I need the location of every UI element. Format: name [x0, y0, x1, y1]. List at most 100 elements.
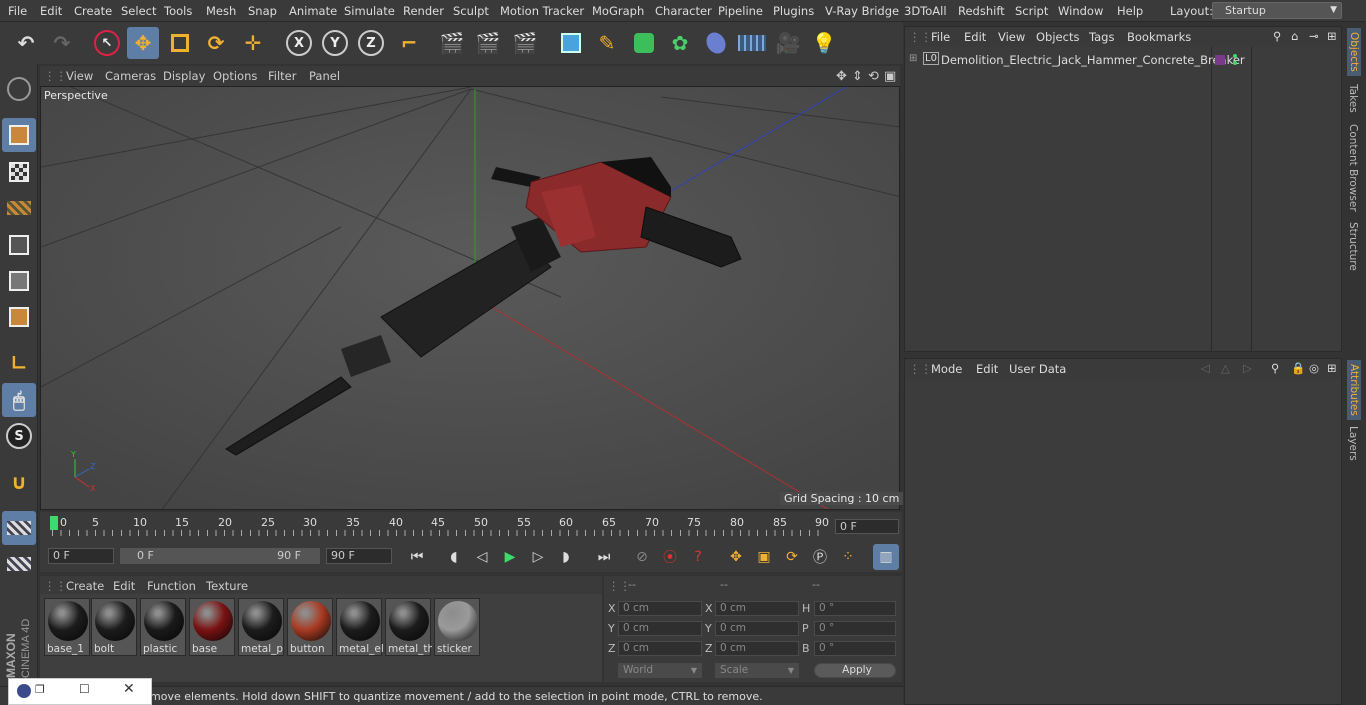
- menu-vray-bridge[interactable]: V-Ray Bridge: [825, 4, 899, 18]
- new-window-icon[interactable]: ⊞: [1327, 29, 1337, 43]
- restore-icon[interactable]: ❐: [35, 683, 45, 696]
- objects-menu-tags[interactable]: Tags: [1089, 30, 1114, 44]
- size-x-field[interactable]: 0 cm: [715, 601, 799, 616]
- menu-select[interactable]: Select: [121, 4, 156, 18]
- 3d-viewport[interactable]: Y Z X: [40, 86, 900, 510]
- apply-button[interactable]: Apply: [814, 663, 896, 678]
- menu-tools[interactable]: Tools: [164, 4, 192, 18]
- add-camera-button[interactable]: 🎥: [772, 27, 804, 59]
- back-arrow-icon[interactable]: ◁: [1201, 361, 1210, 375]
- menu-help[interactable]: Help: [1117, 4, 1143, 18]
- solo-mode-button[interactable]: S: [2, 419, 36, 453]
- menu-motion-tracker[interactable]: Motion Tracker: [500, 4, 584, 18]
- home-icon[interactable]: ⌂: [1291, 29, 1298, 43]
- add-cube-button[interactable]: [555, 27, 587, 59]
- objects-menu-bookmarks[interactable]: Bookmarks: [1127, 30, 1191, 44]
- objects-menu-edit[interactable]: Edit: [964, 30, 986, 44]
- go-to-end-button[interactable]: ⏭: [591, 544, 617, 570]
- viewport-menu-filter[interactable]: Filter: [268, 69, 296, 83]
- end-frame-field[interactable]: 90 F: [326, 548, 392, 564]
- frame-range-slider[interactable]: 0 F 90 F: [120, 548, 320, 564]
- attributes-menu-user-data[interactable]: User Data: [1009, 362, 1066, 376]
- add-spline-button[interactable]: ✎: [591, 27, 623, 59]
- keyframe-selection-button[interactable]: ?: [685, 544, 711, 570]
- close-icon[interactable]: ✕: [123, 681, 135, 697]
- pos-y-field[interactable]: 0 cm: [618, 621, 702, 636]
- key-rotation-button[interactable]: ⟳: [779, 544, 805, 570]
- rot-b-field[interactable]: 0 °: [814, 641, 896, 656]
- key-scale-button[interactable]: ▣: [751, 544, 777, 570]
- rot-h-field[interactable]: 0 °: [814, 601, 896, 616]
- render-settings-button[interactable]: 🎬: [509, 27, 541, 59]
- tweak-mode-button[interactable]: 🖱: [2, 383, 36, 417]
- move-tool-button[interactable]: ✥: [127, 27, 159, 59]
- material-menu-function[interactable]: Function: [147, 579, 196, 593]
- pos-x-field[interactable]: 0 cm: [618, 601, 702, 616]
- lock-icon[interactable]: 🔒: [1291, 361, 1305, 375]
- pos-z-field[interactable]: 0 cm: [618, 641, 702, 656]
- object-row[interactable]: ⊞ L0 Demolition_Electric_Jack_Hammer_Con…: [905, 51, 1341, 69]
- model-mode-button[interactable]: [2, 118, 36, 152]
- viewport-menu-cameras[interactable]: Cameras: [105, 69, 156, 83]
- material-swatch[interactable]: sticker: [434, 598, 480, 656]
- tab-structure[interactable]: Structure: [1347, 222, 1359, 271]
- material-swatch[interactable]: base_1: [44, 598, 90, 656]
- viewport-nav-move-icon[interactable]: ✥: [836, 69, 847, 84]
- menu-plugins[interactable]: Plugins: [773, 4, 814, 18]
- next-key-button[interactable]: ◗: [553, 544, 579, 570]
- material-swatch[interactable]: metal_th: [385, 598, 432, 656]
- texture-mode-button[interactable]: [2, 155, 36, 189]
- menu-redshift[interactable]: Redshift: [958, 4, 1005, 18]
- link-icon[interactable]: ⊸: [1309, 29, 1319, 43]
- viewport-menu-options[interactable]: Options: [213, 69, 257, 83]
- target-icon[interactable]: ◎: [1309, 361, 1319, 375]
- material-swatch[interactable]: plastic: [140, 598, 186, 656]
- playhead-marker[interactable]: [50, 516, 58, 530]
- forward-arrow-icon[interactable]: ▷: [1243, 361, 1252, 375]
- material-menu-edit[interactable]: Edit: [113, 579, 135, 593]
- coord-system-dropdown[interactable]: World ▼: [618, 663, 702, 678]
- menu-render[interactable]: Render: [403, 4, 444, 18]
- material-menu-create[interactable]: Create: [66, 579, 104, 593]
- autokey-button[interactable]: ⦿: [657, 544, 683, 570]
- expand-icon[interactable]: ⊞: [909, 53, 917, 64]
- object-name[interactable]: Demolition_Electric_Jack_Hammer_Concrete…: [941, 53, 1245, 67]
- tab-attributes[interactable]: Attributes: [1347, 360, 1361, 420]
- material-swatch[interactable]: button: [287, 598, 333, 656]
- add-mograph-button[interactable]: ✿: [664, 27, 696, 59]
- maximize-icon[interactable]: ☐: [79, 682, 90, 696]
- layer-color-swatch[interactable]: [1215, 55, 1225, 65]
- menu-create[interactable]: Create: [74, 4, 112, 18]
- polygons-mode-button[interactable]: [2, 300, 36, 334]
- add-nurbs-button[interactable]: [628, 27, 660, 59]
- tab-layers[interactable]: Layers: [1347, 426, 1359, 461]
- scale-tool-button[interactable]: [164, 27, 196, 59]
- size-y-field[interactable]: 0 cm: [715, 621, 799, 636]
- next-frame-button[interactable]: ▷: [525, 544, 551, 570]
- size-z-field[interactable]: 0 cm: [715, 641, 799, 656]
- axis-mode-button[interactable]: ∟: [2, 346, 36, 380]
- material-swatch[interactable]: bolt: [91, 598, 137, 656]
- menu-script[interactable]: Script: [1015, 4, 1048, 18]
- rotate-tool-button[interactable]: ⟳: [200, 27, 232, 59]
- menu-sculpt[interactable]: Sculpt: [453, 4, 489, 18]
- editor-visibility-dot[interactable]: [1233, 54, 1237, 58]
- menu-pipeline[interactable]: Pipeline: [718, 4, 763, 18]
- objects-menu-objects[interactable]: Objects: [1036, 30, 1079, 44]
- layout-dropdown[interactable]: Startup ▼: [1212, 2, 1342, 19]
- size-mode-dropdown[interactable]: Scale ▼: [715, 663, 799, 678]
- render-visibility-dot[interactable]: [1233, 61, 1237, 65]
- timeline-window-button[interactable]: ▥: [873, 544, 899, 570]
- previous-key-button[interactable]: ◖: [441, 544, 467, 570]
- attributes-menu-edit[interactable]: Edit: [976, 362, 998, 376]
- z-axis-toggle[interactable]: Z: [355, 27, 387, 59]
- current-frame-field[interactable]: 0 F: [835, 519, 899, 534]
- menu-mograph[interactable]: MoGraph: [592, 4, 644, 18]
- make-editable-button[interactable]: [2, 72, 36, 106]
- y-axis-toggle[interactable]: Y: [319, 27, 351, 59]
- search-icon[interactable]: ⚲: [1271, 361, 1279, 375]
- viewport-nav-rotate-icon[interactable]: ⟲: [868, 69, 879, 84]
- menu-edit[interactable]: Edit: [40, 4, 62, 18]
- play-button[interactable]: ▶: [497, 544, 523, 570]
- menu-animate[interactable]: Animate: [289, 4, 337, 18]
